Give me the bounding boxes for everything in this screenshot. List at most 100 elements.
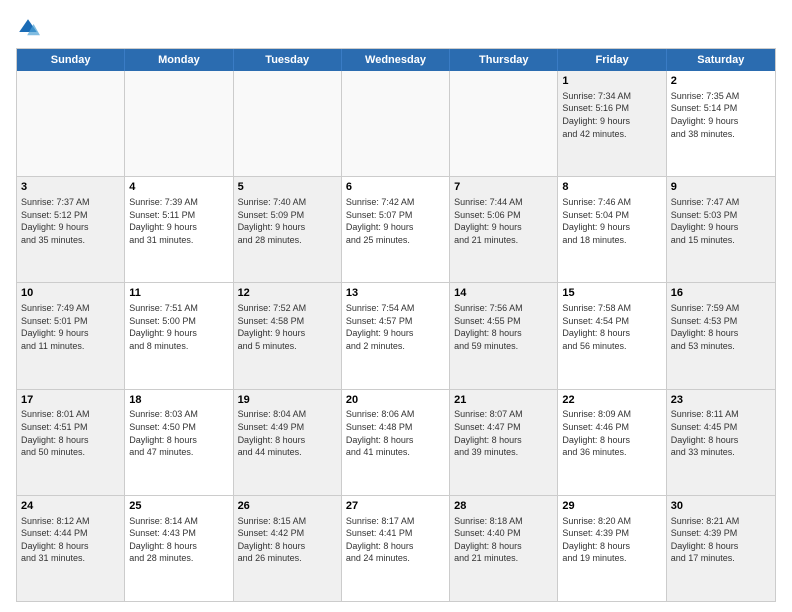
day-cell-3: 3Sunrise: 7:37 AM Sunset: 5:12 PM Daylig…: [17, 177, 125, 282]
day-number: 19: [238, 393, 337, 408]
day-cell-19: 19Sunrise: 8:04 AM Sunset: 4:49 PM Dayli…: [234, 390, 342, 495]
day-cell-23: 23Sunrise: 8:11 AM Sunset: 4:45 PM Dayli…: [667, 390, 775, 495]
empty-cell-0-1: [125, 71, 233, 176]
calendar: SundayMondayTuesdayWednesdayThursdayFrid…: [16, 48, 776, 602]
day-number: 1: [562, 74, 661, 89]
empty-cell-0-0: [17, 71, 125, 176]
calendar-row-1: 3Sunrise: 7:37 AM Sunset: 5:12 PM Daylig…: [17, 176, 775, 282]
day-cell-2: 2Sunrise: 7:35 AM Sunset: 5:14 PM Daylig…: [667, 71, 775, 176]
day-info: Sunrise: 7:47 AM Sunset: 5:03 PM Dayligh…: [671, 196, 771, 246]
day-cell-16: 16Sunrise: 7:59 AM Sunset: 4:53 PM Dayli…: [667, 283, 775, 388]
day-number: 5: [238, 180, 337, 195]
day-info: Sunrise: 8:21 AM Sunset: 4:39 PM Dayligh…: [671, 515, 771, 565]
day-cell-20: 20Sunrise: 8:06 AM Sunset: 4:48 PM Dayli…: [342, 390, 450, 495]
day-cell-30: 30Sunrise: 8:21 AM Sunset: 4:39 PM Dayli…: [667, 496, 775, 601]
day-info: Sunrise: 8:12 AM Sunset: 4:44 PM Dayligh…: [21, 515, 120, 565]
day-number: 29: [562, 499, 661, 514]
day-number: 30: [671, 499, 771, 514]
day-number: 24: [21, 499, 120, 514]
header-sunday: Sunday: [17, 49, 125, 71]
day-info: Sunrise: 8:15 AM Sunset: 4:42 PM Dayligh…: [238, 515, 337, 565]
day-info: Sunrise: 7:35 AM Sunset: 5:14 PM Dayligh…: [671, 90, 771, 140]
day-cell-9: 9Sunrise: 7:47 AM Sunset: 5:03 PM Daylig…: [667, 177, 775, 282]
day-info: Sunrise: 8:04 AM Sunset: 4:49 PM Dayligh…: [238, 408, 337, 458]
day-cell-25: 25Sunrise: 8:14 AM Sunset: 4:43 PM Dayli…: [125, 496, 233, 601]
header-tuesday: Tuesday: [234, 49, 342, 71]
day-number: 26: [238, 499, 337, 514]
logo: [16, 16, 44, 40]
day-info: Sunrise: 7:59 AM Sunset: 4:53 PM Dayligh…: [671, 302, 771, 352]
day-cell-27: 27Sunrise: 8:17 AM Sunset: 4:41 PM Dayli…: [342, 496, 450, 601]
day-info: Sunrise: 7:56 AM Sunset: 4:55 PM Dayligh…: [454, 302, 553, 352]
calendar-row-3: 17Sunrise: 8:01 AM Sunset: 4:51 PM Dayli…: [17, 389, 775, 495]
day-cell-24: 24Sunrise: 8:12 AM Sunset: 4:44 PM Dayli…: [17, 496, 125, 601]
page: SundayMondayTuesdayWednesdayThursdayFrid…: [0, 0, 792, 612]
day-number: 15: [562, 286, 661, 301]
day-info: Sunrise: 8:20 AM Sunset: 4:39 PM Dayligh…: [562, 515, 661, 565]
day-info: Sunrise: 8:14 AM Sunset: 4:43 PM Dayligh…: [129, 515, 228, 565]
day-cell-22: 22Sunrise: 8:09 AM Sunset: 4:46 PM Dayli…: [558, 390, 666, 495]
day-number: 23: [671, 393, 771, 408]
day-info: Sunrise: 7:51 AM Sunset: 5:00 PM Dayligh…: [129, 302, 228, 352]
day-number: 10: [21, 286, 120, 301]
day-number: 3: [21, 180, 120, 195]
day-cell-15: 15Sunrise: 7:58 AM Sunset: 4:54 PM Dayli…: [558, 283, 666, 388]
day-cell-12: 12Sunrise: 7:52 AM Sunset: 4:58 PM Dayli…: [234, 283, 342, 388]
day-cell-13: 13Sunrise: 7:54 AM Sunset: 4:57 PM Dayli…: [342, 283, 450, 388]
day-number: 22: [562, 393, 661, 408]
day-info: Sunrise: 8:03 AM Sunset: 4:50 PM Dayligh…: [129, 408, 228, 458]
day-number: 27: [346, 499, 445, 514]
empty-cell-0-2: [234, 71, 342, 176]
day-info: Sunrise: 7:34 AM Sunset: 5:16 PM Dayligh…: [562, 90, 661, 140]
day-cell-6: 6Sunrise: 7:42 AM Sunset: 5:07 PM Daylig…: [342, 177, 450, 282]
day-info: Sunrise: 7:42 AM Sunset: 5:07 PM Dayligh…: [346, 196, 445, 246]
calendar-row-4: 24Sunrise: 8:12 AM Sunset: 4:44 PM Dayli…: [17, 495, 775, 601]
empty-cell-0-4: [450, 71, 558, 176]
day-number: 16: [671, 286, 771, 301]
day-number: 25: [129, 499, 228, 514]
header-wednesday: Wednesday: [342, 49, 450, 71]
day-number: 14: [454, 286, 553, 301]
day-info: Sunrise: 7:54 AM Sunset: 4:57 PM Dayligh…: [346, 302, 445, 352]
day-number: 9: [671, 180, 771, 195]
day-info: Sunrise: 7:39 AM Sunset: 5:11 PM Dayligh…: [129, 196, 228, 246]
day-number: 4: [129, 180, 228, 195]
day-number: 28: [454, 499, 553, 514]
day-cell-21: 21Sunrise: 8:07 AM Sunset: 4:47 PM Dayli…: [450, 390, 558, 495]
day-cell-10: 10Sunrise: 7:49 AM Sunset: 5:01 PM Dayli…: [17, 283, 125, 388]
day-number: 2: [671, 74, 771, 89]
header-thursday: Thursday: [450, 49, 558, 71]
day-cell-18: 18Sunrise: 8:03 AM Sunset: 4:50 PM Dayli…: [125, 390, 233, 495]
day-number: 6: [346, 180, 445, 195]
day-number: 7: [454, 180, 553, 195]
empty-cell-0-3: [342, 71, 450, 176]
day-info: Sunrise: 7:46 AM Sunset: 5:04 PM Dayligh…: [562, 196, 661, 246]
day-info: Sunrise: 8:09 AM Sunset: 4:46 PM Dayligh…: [562, 408, 661, 458]
day-cell-29: 29Sunrise: 8:20 AM Sunset: 4:39 PM Dayli…: [558, 496, 666, 601]
day-cell-5: 5Sunrise: 7:40 AM Sunset: 5:09 PM Daylig…: [234, 177, 342, 282]
day-number: 13: [346, 286, 445, 301]
day-number: 17: [21, 393, 120, 408]
day-cell-26: 26Sunrise: 8:15 AM Sunset: 4:42 PM Dayli…: [234, 496, 342, 601]
day-cell-28: 28Sunrise: 8:18 AM Sunset: 4:40 PM Dayli…: [450, 496, 558, 601]
day-info: Sunrise: 8:07 AM Sunset: 4:47 PM Dayligh…: [454, 408, 553, 458]
day-cell-8: 8Sunrise: 7:46 AM Sunset: 5:04 PM Daylig…: [558, 177, 666, 282]
day-number: 21: [454, 393, 553, 408]
day-info: Sunrise: 7:49 AM Sunset: 5:01 PM Dayligh…: [21, 302, 120, 352]
day-info: Sunrise: 7:44 AM Sunset: 5:06 PM Dayligh…: [454, 196, 553, 246]
day-info: Sunrise: 8:06 AM Sunset: 4:48 PM Dayligh…: [346, 408, 445, 458]
day-cell-17: 17Sunrise: 8:01 AM Sunset: 4:51 PM Dayli…: [17, 390, 125, 495]
header: [16, 16, 776, 40]
header-saturday: Saturday: [667, 49, 775, 71]
header-friday: Friday: [558, 49, 666, 71]
day-cell-14: 14Sunrise: 7:56 AM Sunset: 4:55 PM Dayli…: [450, 283, 558, 388]
day-cell-7: 7Sunrise: 7:44 AM Sunset: 5:06 PM Daylig…: [450, 177, 558, 282]
logo-icon: [16, 16, 40, 40]
day-number: 20: [346, 393, 445, 408]
calendar-row-0: 1Sunrise: 7:34 AM Sunset: 5:16 PM Daylig…: [17, 71, 775, 176]
day-info: Sunrise: 8:17 AM Sunset: 4:41 PM Dayligh…: [346, 515, 445, 565]
day-number: 18: [129, 393, 228, 408]
day-info: Sunrise: 8:11 AM Sunset: 4:45 PM Dayligh…: [671, 408, 771, 458]
day-info: Sunrise: 7:52 AM Sunset: 4:58 PM Dayligh…: [238, 302, 337, 352]
calendar-body: 1Sunrise: 7:34 AM Sunset: 5:16 PM Daylig…: [17, 71, 775, 601]
